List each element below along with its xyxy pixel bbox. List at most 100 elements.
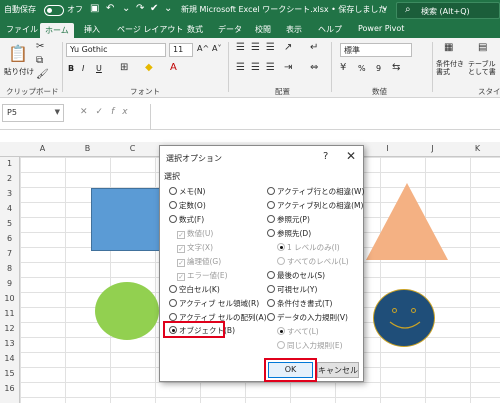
conditional-format-label[interactable]: 条件付き書式 <box>436 60 466 76</box>
decimal-icon[interactable]: ⇆ <box>392 62 400 73</box>
check-text[interactable]: ✓ 文字(X) <box>177 242 213 254</box>
copy-icon[interactable]: ⧉ <box>36 55 43 66</box>
rectangle-shape[interactable] <box>91 188 167 251</box>
percent-button[interactable]: % <box>358 64 366 73</box>
option-blanks[interactable]: 空白セル(K) <box>169 284 220 296</box>
column-header[interactable]: J <box>410 144 455 153</box>
option-formulas[interactable]: 数式(F) <box>169 214 204 226</box>
tab-home[interactable]: ホーム <box>40 23 74 38</box>
name-box[interactable]: P5 ▼ <box>2 104 64 122</box>
format-painter-icon[interactable]: 🖌 <box>36 69 49 80</box>
smiley-face-shape[interactable] <box>373 289 435 347</box>
tab-review[interactable]: 校閲 <box>255 24 271 35</box>
option-row-differences[interactable]: アクティブ行との相違(W) <box>267 186 364 198</box>
option-last-cell[interactable]: 最後のセル(S) <box>267 270 325 282</box>
align-top-icons[interactable]: ☰☰☰ <box>236 42 281 53</box>
formula-enter-icon[interactable]: ✓ <box>96 107 112 117</box>
option-current-region[interactable]: アクティブ セル領域(R) <box>169 298 259 310</box>
row-header[interactable]: 9 <box>0 279 19 288</box>
title-dropdown-icon[interactable]: ∨ <box>382 4 388 13</box>
table-format-label[interactable]: テーブルとして書式設定 <box>468 60 500 76</box>
check-errors[interactable]: ✓ エラー値(E) <box>177 270 228 282</box>
tab-view[interactable]: 表示 <box>286 24 302 35</box>
align-left-icons[interactable]: ☰☰☰ <box>236 62 281 73</box>
cancel-button[interactable]: キャンセル <box>317 362 359 378</box>
row-header[interactable]: 1 <box>0 159 19 168</box>
borders-icon[interactable]: ⊞ <box>120 62 128 73</box>
font-size-box[interactable]: 11 <box>169 43 193 57</box>
check-logicals[interactable]: ✓ 論理値(G) <box>177 256 221 268</box>
insert-function-icon[interactable]: fx <box>111 107 136 117</box>
tab-data[interactable]: データ <box>218 24 242 35</box>
number-format-box[interactable]: 標準 <box>340 43 412 57</box>
option-dependents[interactable]: 参照先(D) <box>267 228 311 240</box>
option-comments[interactable]: メモ(N) <box>169 186 205 198</box>
table-format-icon[interactable]: ▤ <box>478 42 487 53</box>
row-header[interactable]: 14 <box>0 354 19 363</box>
row-header[interactable]: 5 <box>0 219 19 228</box>
option-validation-all[interactable]: すべて(L) <box>277 326 319 338</box>
column-header[interactable]: K <box>455 144 500 153</box>
option-direct-only[interactable]: 1 レベルのみ(I) <box>277 242 340 254</box>
cut-icon[interactable]: ✂ <box>36 41 44 52</box>
column-header[interactable]: C <box>110 144 155 153</box>
chevron-down-icon[interactable]: ⌄ <box>122 3 130 14</box>
row-header[interactable]: 11 <box>0 309 19 318</box>
option-validation-same[interactable]: 同じ入力規則(E) <box>277 340 343 352</box>
option-precedents[interactable]: 参照元(P) <box>267 214 310 226</box>
option-visible-cells[interactable]: 可視セル(Y) <box>267 284 317 296</box>
close-icon[interactable]: ✕ <box>346 149 356 163</box>
format-painter-icon[interactable]: ✔ <box>150 3 158 14</box>
row-header[interactable]: 2 <box>0 174 19 183</box>
tab-power-pivot[interactable]: Power Pivot <box>358 24 404 33</box>
column-header[interactable]: B <box>65 144 110 153</box>
font-color-icon[interactable]: A <box>170 62 177 73</box>
shrink-font-button[interactable]: A˅ <box>212 44 221 53</box>
row-header[interactable]: 12 <box>0 324 19 333</box>
row-header[interactable]: 7 <box>0 249 19 258</box>
tab-help[interactable]: ヘルプ <box>318 24 342 35</box>
option-column-differences[interactable]: アクティブ列との相違(M) <box>267 200 363 212</box>
formula-cancel-icon[interactable]: ✕ <box>80 107 96 117</box>
column-header[interactable]: I <box>365 144 410 153</box>
row-header[interactable]: 6 <box>0 234 19 243</box>
currency-icon[interactable]: ¥ <box>340 62 346 73</box>
bold-button[interactable]: B <box>68 64 74 73</box>
wrap-text-icon[interactable]: ↵ <box>310 42 318 53</box>
orientation-icon[interactable]: ↗ <box>284 42 292 53</box>
tab-file[interactable]: ファイル <box>6 24 38 35</box>
formula-input[interactable] <box>150 104 500 130</box>
tab-page-layout[interactable]: ページ レイアウト <box>117 24 183 35</box>
help-icon[interactable]: ? <box>323 151 328 162</box>
row-header[interactable]: 3 <box>0 189 19 198</box>
indent-icon[interactable]: ⇥ <box>284 62 292 73</box>
paste-label[interactable]: 貼り付け <box>4 66 34 77</box>
customize-icon[interactable]: ⌄ <box>164 3 172 14</box>
paste-icon[interactable]: 📋 <box>8 44 28 63</box>
row-header[interactable]: 4 <box>0 204 19 213</box>
comma-button[interactable]: 9 <box>376 64 381 73</box>
search-box[interactable]: ⌕ 検索 (Alt+Q) <box>396 2 500 19</box>
fill-color-icon[interactable]: ◆ <box>145 62 153 73</box>
merge-center-icon[interactable]: ⇔ <box>310 62 318 73</box>
tab-formulas[interactable]: 数式 <box>187 24 203 35</box>
save-icon[interactable]: ▣ <box>90 3 99 14</box>
tab-insert[interactable]: 挿入 <box>84 24 100 35</box>
chevron-down-icon[interactable]: ▼ <box>55 108 60 116</box>
underline-button[interactable]: U <box>96 64 102 73</box>
row-header[interactable]: 10 <box>0 294 19 303</box>
triangle-shape[interactable] <box>366 183 448 260</box>
conditional-format-icon[interactable]: ▦ <box>444 42 453 53</box>
option-data-validation[interactable]: データの入力規則(V) <box>267 312 348 324</box>
italic-button[interactable]: I <box>82 64 84 73</box>
row-header[interactable]: 13 <box>0 339 19 348</box>
font-name-box[interactable]: Yu Gothic <box>66 43 166 57</box>
redo-icon[interactable]: ↷ <box>136 3 144 14</box>
column-header[interactable]: A <box>20 144 65 153</box>
check-numbers[interactable]: ✓ 数値(U) <box>177 228 213 240</box>
row-header[interactable]: 16 <box>0 384 19 393</box>
ellipse-shape[interactable] <box>95 282 159 340</box>
undo-icon[interactable]: ↶ <box>106 3 114 14</box>
grow-font-button[interactable]: A^ <box>197 44 209 53</box>
row-header[interactable]: 8 <box>0 264 19 273</box>
